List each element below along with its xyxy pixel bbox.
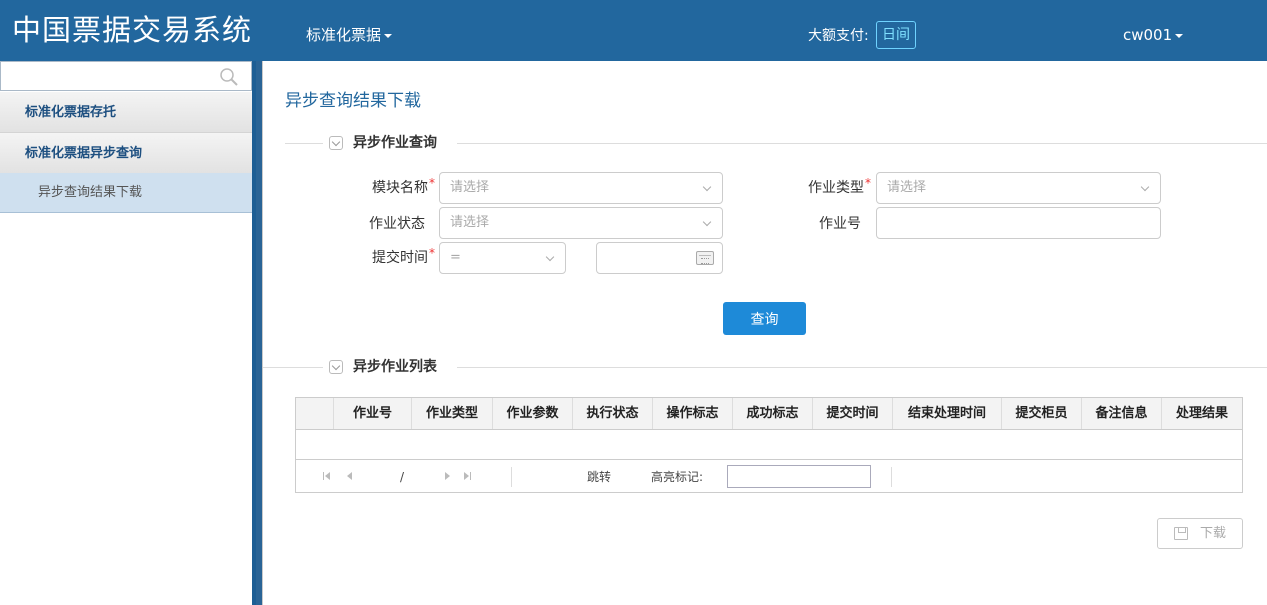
jump-link[interactable]: 跳转	[587, 469, 611, 485]
column-header[interactable]: 作业类型	[412, 398, 493, 429]
app-header: 中国票据交易系统 标准化票据 大额支付: 日间 cw001	[0, 0, 1267, 61]
column-header[interactable]: 提交柜员	[1002, 398, 1082, 429]
user-menu[interactable]: cw001	[1123, 25, 1184, 45]
highlight-input[interactable]	[727, 465, 871, 488]
submit-time-operator-select[interactable]: =	[439, 242, 566, 274]
table-header: 作业号 作业类型 作业参数 执行状态 操作标志 成功标志 提交时间 结束处理时间…	[296, 398, 1242, 430]
nav-menu-label: 标准化票据	[306, 26, 382, 44]
query-button[interactable]: 查询	[723, 302, 806, 335]
module-name-label: 模块名称*	[372, 176, 435, 196]
save-icon	[1174, 527, 1188, 540]
column-header[interactable]: 提交时间	[813, 398, 893, 429]
chevron-down-icon	[702, 217, 712, 227]
first-page-icon[interactable]	[322, 470, 334, 482]
job-status-label: 作业状态	[369, 216, 425, 232]
highlight-label: 高亮标记:	[651, 470, 704, 484]
job-table: 作业号 作业类型 作业参数 执行状态 操作标志 成功标志 提交时间 结束处理时间…	[295, 397, 1243, 493]
required-mark: *	[865, 176, 871, 190]
section-title: 异步作业列表	[353, 359, 437, 375]
payment-mode-badge: 日间	[876, 21, 916, 49]
column-header[interactable]: 作业参数	[493, 398, 573, 429]
column-header[interactable]: 备注信息	[1082, 398, 1162, 429]
app-title: 中国票据交易系统	[12, 13, 253, 47]
column-header[interactable]: 处理结果	[1162, 398, 1242, 429]
divider	[891, 467, 892, 487]
calendar-icon[interactable]	[696, 251, 714, 265]
submit-time-date-input[interactable]	[596, 242, 723, 274]
table-pager: / 跳转 高亮标记:	[296, 461, 1242, 493]
nav-menu-standard-bills[interactable]: 标准化票据	[306, 25, 393, 45]
sidebar-item-bill-custody[interactable]: 标准化票据存托	[0, 92, 252, 133]
chevron-down-icon	[702, 182, 712, 192]
required-mark: *	[429, 246, 435, 260]
divider	[457, 367, 1267, 368]
table-header-spacer	[296, 398, 334, 429]
divider	[511, 467, 512, 487]
divider	[285, 143, 323, 144]
job-no-label: 作业号	[819, 216, 861, 232]
prev-page-icon[interactable]	[344, 470, 356, 482]
column-header[interactable]: 作业号	[334, 398, 412, 429]
divider	[457, 143, 1267, 144]
chevron-down-icon	[1140, 182, 1150, 192]
sidebar-search-input[interactable]	[0, 61, 252, 91]
collapse-chevron-icon[interactable]	[329, 136, 343, 150]
column-header[interactable]: 操作标志	[653, 398, 733, 429]
caret-down-icon	[384, 33, 393, 38]
job-type-label: 作业类型*	[808, 176, 871, 196]
sidebar-item-async-query[interactable]: 标准化票据异步查询	[0, 133, 252, 174]
required-mark: *	[429, 176, 435, 190]
search-icon[interactable]	[219, 67, 239, 87]
page-title: 异步查询结果下载	[285, 91, 421, 111]
sidebar-item-async-download[interactable]: 异步查询结果下载	[0, 173, 252, 213]
job-no-input[interactable]	[876, 207, 1161, 239]
list-section-header: 异步作业列表	[263, 357, 1267, 377]
column-header[interactable]: 结束处理时间	[893, 398, 1002, 429]
download-button[interactable]: 下载	[1157, 518, 1243, 549]
submit-time-label: 提交时间*	[372, 246, 435, 266]
column-header[interactable]: 成功标志	[733, 398, 813, 429]
sidebar: 标准化票据存托 标准化票据异步查询 异步查询结果下载	[0, 61, 256, 605]
table-body-empty	[296, 430, 1242, 460]
collapse-chevron-icon[interactable]	[329, 360, 343, 374]
next-page-icon[interactable]	[442, 470, 454, 482]
last-page-icon[interactable]	[462, 470, 474, 482]
page-separator: /	[400, 470, 405, 484]
payment-label: 大额支付:	[808, 28, 869, 44]
column-header[interactable]: 执行状态	[573, 398, 653, 429]
chevron-down-icon	[545, 252, 555, 262]
module-name-select[interactable]: 请选择	[439, 172, 723, 204]
job-status-select[interactable]: 请选择	[439, 207, 723, 239]
job-type-select[interactable]: 请选择	[876, 172, 1161, 204]
user-name: cw001	[1123, 26, 1173, 44]
main-panel: 异步查询结果下载 异步作业查询 模块名称* 请选择 作业类型* 请选择 作业状态…	[262, 61, 1267, 605]
query-section-header: 异步作业查询	[263, 133, 1267, 153]
section-title: 异步作业查询	[353, 135, 437, 151]
caret-down-icon	[1175, 33, 1184, 38]
divider	[263, 367, 323, 368]
